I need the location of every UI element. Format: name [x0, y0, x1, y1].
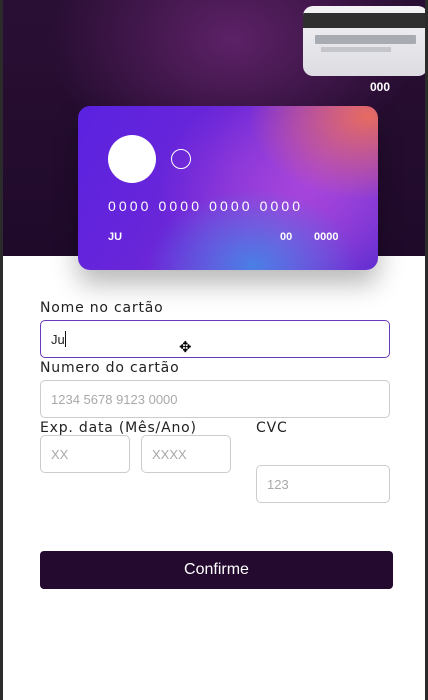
- magnetic-stripe: [303, 13, 425, 28]
- exp-date-label: Exp. data (Mês/Ano): [40, 420, 197, 436]
- card-back: [303, 6, 425, 76]
- exp-month-input[interactable]: [40, 435, 130, 473]
- card-exp-year-display: 0000: [314, 231, 339, 243]
- signature-strip: [315, 35, 416, 44]
- card-logo-circle-outline: [171, 149, 191, 169]
- name-label: Nome no cartão: [40, 300, 164, 316]
- card-exp-month-display: 00: [280, 231, 293, 243]
- text-caret: [65, 331, 66, 347]
- exp-year-input[interactable]: [141, 435, 231, 473]
- card-back-cvc: 000: [370, 80, 391, 94]
- cardholder-name-input[interactable]: [40, 320, 390, 358]
- card-logo-circle-filled: [108, 135, 156, 183]
- card-number-label: Numero do cartão: [40, 360, 180, 376]
- move-cursor-icon: ✥: [179, 338, 192, 356]
- card-front: 0000 0000 0000 0000 JU 00 0000: [78, 106, 378, 270]
- signature-line: [321, 47, 391, 52]
- app-frame: 000 0000 0000 0000 0000 JU 00 0000 Nome …: [3, 0, 425, 700]
- cvc-label: CVC: [256, 420, 288, 436]
- cvc-input[interactable]: [256, 465, 390, 503]
- card-number-input[interactable]: [40, 380, 390, 418]
- card-holder-display: JU: [108, 231, 123, 243]
- confirm-button[interactable]: Confirme: [40, 551, 393, 589]
- card-number-display: 0000 0000 0000 0000: [108, 198, 304, 214]
